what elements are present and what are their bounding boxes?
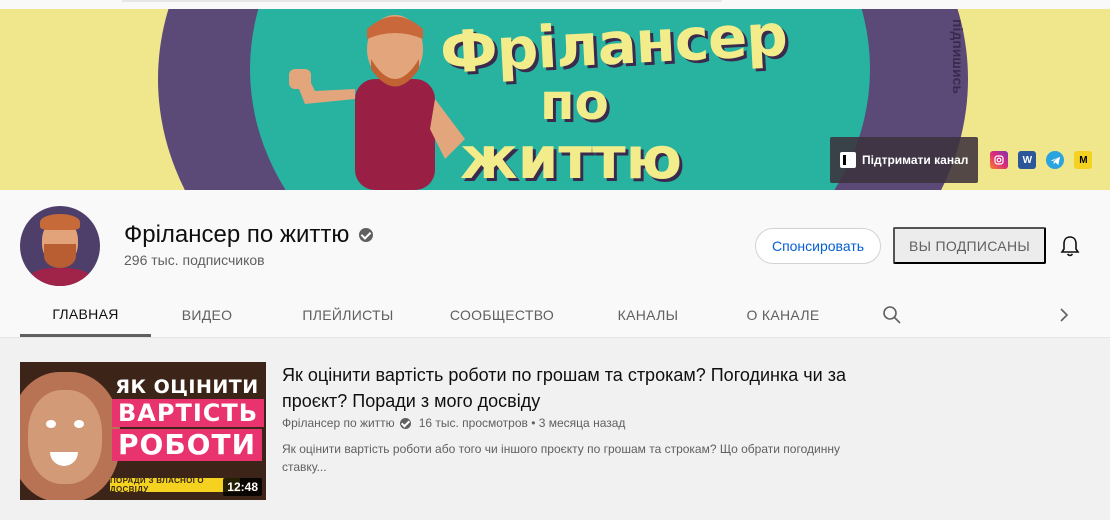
support-channel-label: Підтримати канал (862, 153, 969, 167)
subscribed-button[interactable]: ВЫ ПОДПИСАНЫ (893, 227, 1046, 264)
video-meta: Фрілансер по життю 16 тыс. просмотров • … (282, 416, 625, 430)
telegram-icon[interactable] (1046, 151, 1065, 169)
tab-videos[interactable]: ВИДЕО (166, 293, 248, 337)
thumbnail-face (28, 390, 102, 484)
channel-header: Фрілансер по життю 296 тыс. подписчиков … (0, 190, 1110, 337)
tab-playlists[interactable]: ПЛЕЙЛИСТЫ (280, 293, 416, 337)
banner-title-line2: по (540, 73, 609, 131)
avatar[interactable] (20, 206, 100, 286)
tab-channels[interactable]: КАНАЛЫ (600, 293, 696, 337)
channel-banner: Фрілансер по життю підпишись Підтримати … (0, 9, 1110, 190)
search-icon[interactable] (882, 305, 902, 325)
thumbnail-strip: ПОРАДИ З ВЛАСНОГО ДОСВІДУ (110, 476, 240, 494)
sponsor-button[interactable]: Спонсировать (755, 228, 881, 264)
channel-name: Фрілансер по життю (124, 221, 374, 249)
channel-name-text: Фрілансер по життю (124, 221, 350, 248)
support-channel-link[interactable]: Підтримати канал (830, 137, 979, 183)
thumbnail-eye-left (46, 420, 56, 428)
video-duration: 12:48 (223, 478, 262, 496)
avatar-hair (40, 214, 80, 230)
banner-side-text: підпишись (950, 19, 966, 94)
featured-video-section: ЯК ОЦІНИТИ ВАРТІСТЬ РОБОТИ ПОРАДИ З ВЛАС… (0, 338, 1110, 520)
verified-icon (359, 228, 374, 242)
instagram-icon[interactable] (990, 151, 1009, 169)
thumbnail-eye-right (74, 420, 84, 428)
thumbnail-line2: ВАРТІСТЬ (112, 399, 265, 427)
banner-links: Підтримати канал W M (830, 137, 1100, 183)
subscriber-count: 296 тыс. подписчиков (124, 252, 265, 268)
thumbnail-line1: ЯК ОЦІНИТИ (115, 376, 259, 398)
patreon-icon (840, 152, 856, 168)
w-icon[interactable]: W (1018, 151, 1037, 169)
m-icon[interactable]: M (1074, 151, 1093, 169)
video-title[interactable]: Як оцінити вартість роботи по грошам та … (282, 362, 852, 414)
banner-title: Фрілансер по життю (438, 9, 789, 190)
channel-tabs: ГЛАВНАЯ ВИДЕО ПЛЕЙЛИСТЫ СООБЩЕСТВО КАНАЛ… (20, 293, 1090, 337)
bell-icon[interactable] (1060, 235, 1080, 257)
verified-icon (399, 417, 411, 429)
thumbnail-line3: РОБОТИ (112, 429, 263, 461)
tab-community[interactable]: СООБЩЕСТВО (437, 293, 567, 337)
thumbnail-text: ЯК ОЦІНИТИ ВАРТІСТЬ РОБОТИ (112, 376, 265, 461)
video-channel-name[interactable]: Фрілансер по життю (282, 416, 395, 430)
video-thumbnail[interactable]: ЯК ОЦІНИТИ ВАРТІСТЬ РОБОТИ ПОРАДИ З ВЛАС… (20, 362, 266, 500)
video-views-age: 16 тыс. просмотров • 3 месяца назад (418, 416, 626, 430)
top-divider (122, 0, 722, 2)
banner-title-line3: життю (460, 124, 682, 190)
banner-title-line1: Фрілансер (438, 9, 789, 87)
avatar-shirt (28, 268, 92, 286)
avatar-beard (44, 244, 76, 268)
tab-about[interactable]: О КАНАЛЕ (724, 293, 842, 337)
tab-home[interactable]: ГЛАВНАЯ (20, 293, 151, 337)
chevron-right-icon[interactable] (1054, 305, 1074, 325)
video-description: Як оцінити вартість роботи або того чи і… (282, 442, 840, 474)
